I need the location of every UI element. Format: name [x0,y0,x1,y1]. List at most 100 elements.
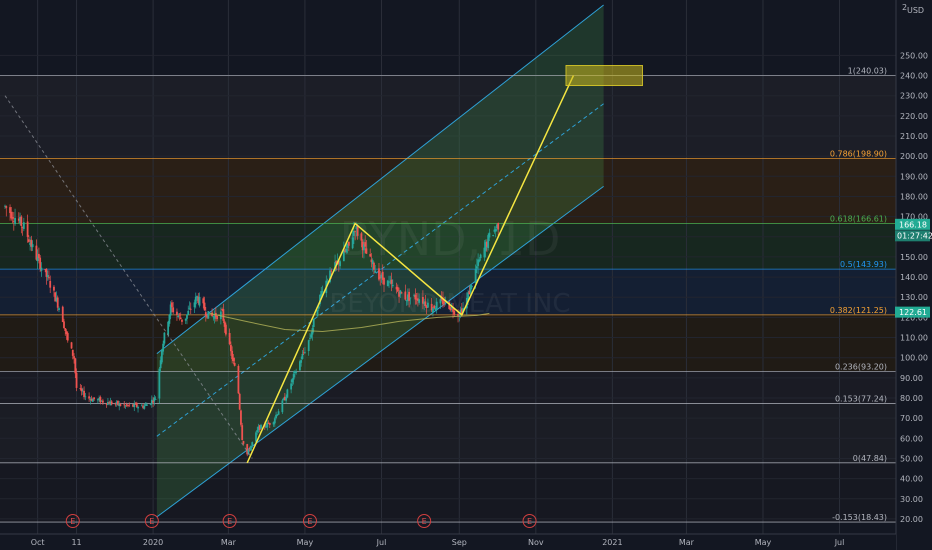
candle-body [163,332,166,344]
candle-body [53,286,55,291]
earnings-marker-label: E [422,517,427,526]
candle-body [478,259,481,262]
candle-body [135,402,138,407]
price-tick-label: 40.00 [900,475,923,484]
candle-body [453,310,456,315]
candle-body [281,400,284,413]
candle-body [418,299,421,303]
candle-body [312,318,315,328]
time-tick-label: 2020 [143,538,163,547]
candle-body [268,423,271,425]
candle-body [222,309,225,321]
candle-body [250,445,252,451]
candle-body [409,297,412,299]
candle-body [145,404,148,406]
candle-body [321,291,324,293]
candle-body [295,371,298,373]
candle-body [194,296,197,305]
price-axis[interactable]: 2 USD 20.0030.0040.0050.0060.0070.0080.0… [895,0,932,550]
candle-body [424,301,427,307]
fib-label: 1(240.03) [848,66,887,75]
candle-body [233,362,236,366]
candle-body [56,297,59,308]
candle-body [27,239,30,242]
candle-body [497,223,500,230]
price-tick-label: 30.00 [900,495,923,504]
last-price-text: 166.18 [899,220,927,229]
candle-body [432,308,434,313]
candle-body [347,241,350,246]
candle-body [369,254,372,257]
price-chart[interactable]: BYND, 1D BEYOND MEAT INC 1(240.03)0.786(… [0,0,932,550]
candle-body [309,338,311,340]
candle-body [300,360,303,363]
candle-body [224,324,227,335]
candle-body [26,221,29,237]
candle-body [439,299,442,304]
candle-body [154,399,157,400]
fib-label: 0.618(166.61) [830,214,887,223]
candle-body [73,356,75,359]
candle-body [83,390,85,398]
fib-label: 0.236(93.20) [835,362,887,371]
candle-body [494,229,497,232]
earnings-marker-label: E [149,517,154,526]
candle-body [232,357,235,362]
candle-body [124,405,127,407]
candle-body [435,301,438,310]
candle-body [390,279,393,284]
candle-body [110,401,113,405]
time-tick-label: Oct [31,538,45,547]
candle-body [176,311,178,315]
candle-body [198,296,201,306]
candle-body [40,267,43,271]
fib-label: 0.5(143.93) [840,260,887,269]
time-tick-label: 11 [71,538,81,547]
candle-body [241,425,244,440]
candle-body [48,277,50,279]
time-tick-label: May [297,538,314,547]
candle-body [285,397,288,401]
candle-body [290,383,293,390]
price-tick-label: 110.00 [900,334,928,343]
price-tick-label: 60.00 [900,434,923,443]
time-axis[interactable]: Oct 11 2020 Mar May Jul Sep Nov 2021 Mar May Jul [0,533,896,550]
time-tick-label: Nov [528,538,544,547]
candle-body [408,291,410,301]
candle-body [143,405,146,409]
fib-band [0,462,896,523]
time-tick-label: Jul [834,538,845,547]
candle-body [63,321,65,329]
candle-body [404,291,407,300]
candle-body [187,310,190,315]
price-tick-label: 100.00 [900,354,928,363]
candle-body [137,406,139,409]
earnings-marker-label: E [227,517,232,526]
candle-body [186,314,188,319]
candle-body [374,270,377,273]
candle-body [184,318,187,321]
candle-body [345,248,348,253]
candle-body [237,365,240,394]
candle-body [242,441,245,444]
candle-body [74,358,77,374]
candle-body [179,317,182,319]
candle-body [84,396,87,398]
candle-body [114,403,117,405]
fib-band [0,371,896,404]
candle-body [125,404,128,406]
marker-price-text: 122.61 [899,308,927,317]
price-tick-label: 250.00 [900,51,928,60]
candle-body [373,262,375,270]
candle-body [316,310,319,317]
candle-body [391,284,394,287]
candle-body [339,261,341,267]
candle-body [178,314,181,316]
candle-body [75,372,78,388]
candle-body [292,374,295,380]
countdown-text: 01:27:42 [897,231,932,240]
candle-body [396,287,399,292]
time-tick-label: May [755,538,772,547]
candle-body [102,400,104,403]
candle-body [22,222,25,229]
